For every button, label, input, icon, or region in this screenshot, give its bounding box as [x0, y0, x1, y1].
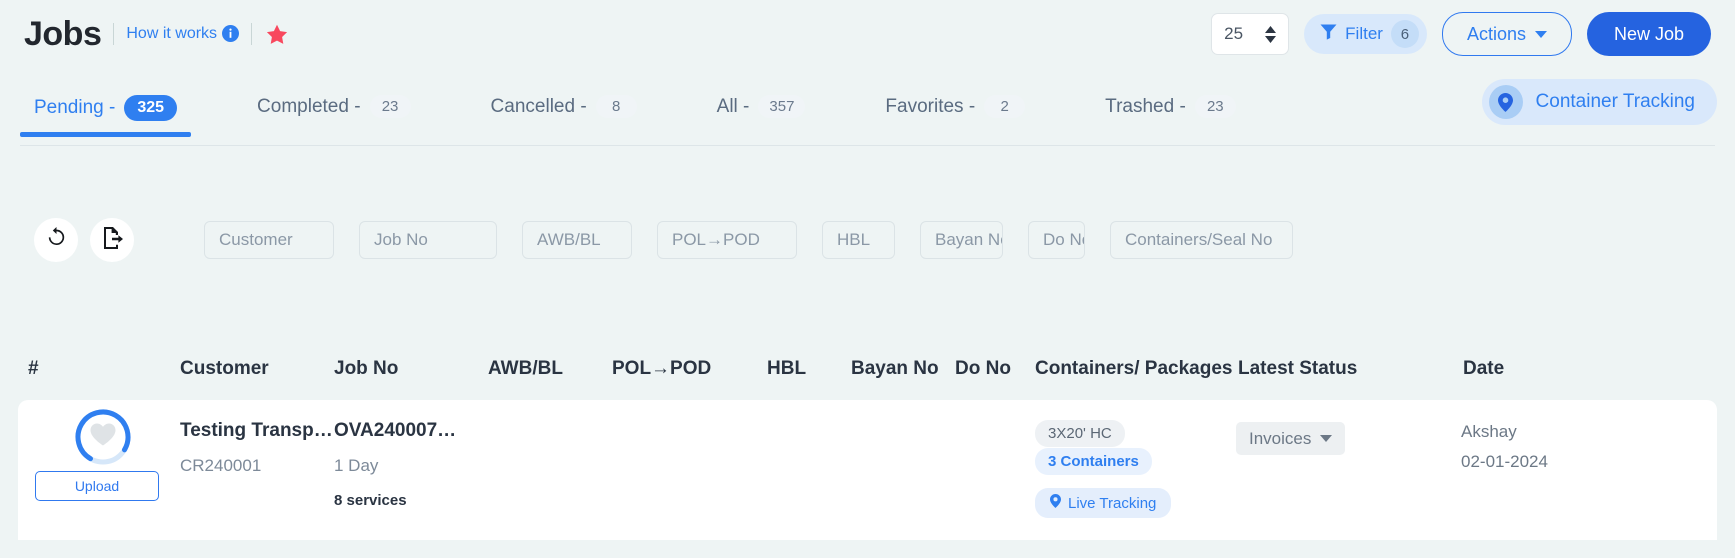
invoices-dropdown[interactable]: Invoices	[1236, 422, 1346, 455]
filter-button[interactable]: Filter 6	[1304, 14, 1427, 54]
funnel-icon	[1320, 23, 1337, 45]
map-pin-icon	[1050, 494, 1061, 512]
container-count-label: 3 Containers	[1035, 448, 1152, 475]
table-row[interactable]: Upload Testing Transp… CR240001 OVA24000…	[18, 400, 1717, 540]
column-header-do-no: Do No	[955, 358, 1011, 379]
tab-completed[interactable]: Completed - 23	[243, 95, 425, 134]
live-tracking-chip[interactable]: Live Tracking	[1035, 488, 1172, 518]
container-count-chip[interactable]: 3 Containers	[1035, 448, 1152, 475]
column-header-customer: Customer	[180, 358, 269, 379]
filter-count-badge: 6	[1390, 20, 1419, 48]
chevron-down-icon	[1534, 30, 1547, 38]
tab-label: Trashed -	[1105, 95, 1186, 117]
filter-input-bayan-no[interactable]: Bayan No	[920, 221, 1003, 259]
filter-input-containers-seal-no[interactable]: Containers/Seal No	[1110, 221, 1293, 259]
filter-toolbar: Customer Job No AWB/BL POL→POD HBL Bayan…	[0, 216, 1735, 264]
tab-count-badge: 2	[984, 95, 1026, 118]
column-header-date: Date	[1463, 358, 1505, 379]
export-button[interactable]	[90, 218, 134, 262]
cell-job-duration: 1 Day	[334, 456, 379, 475]
tab-label: Cancelled -	[490, 95, 587, 117]
page-size-stepper[interactable]: 25	[1211, 13, 1290, 55]
new-job-label: New Job	[1613, 23, 1684, 44]
tab-count-badge: 357	[758, 95, 806, 118]
column-header-containers: Containers/ Packages	[1035, 358, 1233, 379]
page-header: Jobs How it works 25 Filter 6 Actions Ne…	[0, 0, 1735, 68]
map-pin-icon	[1488, 85, 1523, 119]
column-header-hbl: HBL	[767, 358, 807, 379]
column-header-job-no: Job No	[334, 358, 399, 379]
info-icon[interactable]	[222, 25, 240, 43]
cell-created-by: Akshay	[1461, 422, 1517, 441]
tab-label: All -	[716, 95, 750, 117]
live-tracking-label: Live Tracking	[1068, 494, 1157, 512]
actions-button[interactable]: Actions	[1441, 12, 1572, 56]
title-group: Jobs How it works	[24, 17, 288, 51]
upload-label: Upload	[74, 478, 120, 494]
upload-button[interactable]: Upload	[35, 471, 159, 501]
page-size-value: 25	[1224, 24, 1244, 43]
column-header-latest-status: Latest Status	[1238, 358, 1358, 379]
filter-input-pol-pod[interactable]: POL→POD	[657, 221, 797, 259]
chevron-down-icon	[1320, 435, 1333, 442]
column-header-pol-pod: POL→POD	[612, 358, 712, 379]
container-size-chip: 3X20' HC	[1035, 420, 1125, 447]
filter-fields: Customer Job No AWB/BL POL→POD HBL Bayan…	[204, 221, 1293, 259]
export-file-icon	[102, 226, 123, 254]
refresh-icon	[46, 227, 67, 253]
how-it-works-label: How it works	[126, 25, 218, 42]
tab-count-badge: 23	[1194, 95, 1236, 118]
filter-input-job-no[interactable]: Job No	[359, 221, 497, 259]
filter-label: Filter	[1345, 24, 1383, 43]
container-size-label: 3X20' HC	[1035, 420, 1125, 447]
filter-input-do-no[interactable]: Do No	[1028, 221, 1085, 259]
invoices-label: Invoices	[1249, 428, 1312, 448]
jobs-page: Jobs How it works 25 Filter 6 Actions Ne…	[0, 0, 1735, 558]
tab-count-badge: 325	[124, 95, 178, 121]
column-header-bayan-no: Bayan No	[851, 358, 939, 379]
column-header-awb-bl: AWB/BL	[488, 358, 563, 379]
actions-label: Actions	[1466, 23, 1526, 44]
refresh-button[interactable]	[34, 218, 78, 262]
cell-job-no: OVA240007…	[334, 420, 457, 441]
job-progress-ring	[74, 408, 132, 466]
star-icon[interactable]	[266, 24, 288, 45]
tab-trashed[interactable]: Trashed - 23	[1091, 95, 1250, 134]
tab-all[interactable]: All - 357	[703, 95, 820, 134]
tab-label: Pending -	[34, 97, 116, 118]
heart-icon[interactable]	[90, 423, 116, 451]
filter-input-customer[interactable]: Customer	[204, 221, 334, 259]
tab-cancelled[interactable]: Cancelled - 8	[477, 95, 651, 134]
tab-label: Favorites -	[885, 95, 976, 117]
tabs-bar: Pending - 325 Completed - 23 Cancelled -…	[0, 95, 1735, 148]
new-job-button[interactable]: New Job	[1586, 12, 1711, 56]
page-title: Jobs	[24, 15, 102, 53]
stepper-arrows-icon[interactable]	[1265, 25, 1277, 43]
column-header-index: #	[28, 358, 39, 379]
container-tracking-button[interactable]: Container Tracking	[1481, 79, 1717, 125]
divider	[113, 23, 115, 45]
cell-job-services: 8 services	[334, 492, 407, 509]
tab-favorites[interactable]: Favorites - 2	[871, 95, 1039, 134]
filter-input-hbl[interactable]: HBL	[822, 221, 895, 259]
filter-input-awb-bl[interactable]: AWB/BL	[522, 221, 632, 259]
cell-date: 02-01-2024	[1461, 452, 1548, 471]
tab-count-badge: 23	[369, 95, 411, 118]
header-actions: 25 Filter 6 Actions New Job	[1211, 12, 1711, 56]
cell-customer-name: Testing Transp…	[180, 420, 333, 441]
container-tracking-label: Container Tracking	[1535, 91, 1695, 112]
how-it-works-link[interactable]: How it works	[126, 25, 240, 43]
tab-label: Completed -	[257, 95, 361, 117]
tab-pending[interactable]: Pending - 325	[20, 95, 192, 137]
table-header: # Customer Job No AWB/BL POL→POD HBL Bay…	[0, 358, 1735, 400]
divider-2	[251, 23, 253, 45]
tab-count-badge: 8	[595, 95, 637, 118]
cell-customer-code: CR240001	[180, 456, 262, 475]
